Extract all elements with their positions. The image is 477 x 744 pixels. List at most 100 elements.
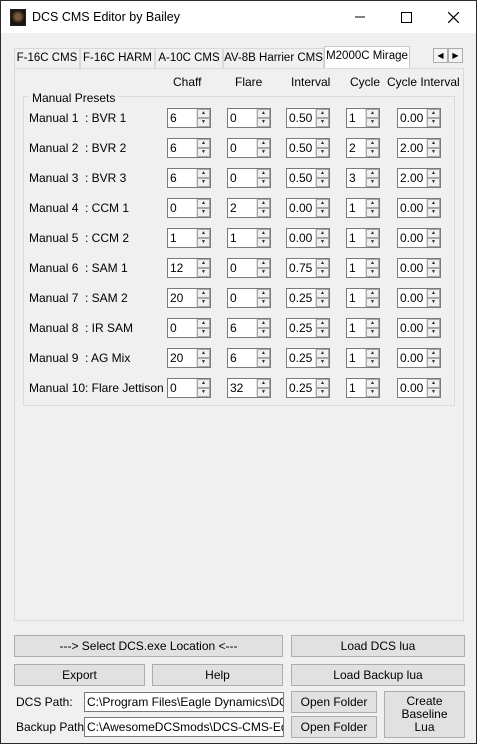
spinner-flare[interactable]: 0 ▲ ▼	[227, 258, 271, 278]
spinner-chaff[interactable]: 1 ▲ ▼	[167, 228, 211, 248]
tab-scroll-left-button[interactable]: ◀	[433, 48, 448, 63]
spinner-value[interactable]: 0.00	[400, 381, 423, 395]
spin-up-icon[interactable]: ▲	[366, 199, 379, 208]
spinner-chaff[interactable]: 20 ▲ ▼	[167, 348, 211, 368]
backup-path-field[interactable]: C:\AwesomeDCSmods\DCS-CMS-Editor-	[84, 717, 284, 737]
spin-down-icon[interactable]: ▼	[257, 298, 270, 307]
spinner-value[interactable]: 0.75	[289, 261, 312, 275]
spin-down-icon[interactable]: ▼	[257, 358, 270, 367]
spinner-value[interactable]: 6	[170, 141, 177, 155]
spin-down-icon[interactable]: ▼	[366, 268, 379, 277]
spinner-interval[interactable]: 0.25 ▲ ▼	[286, 348, 330, 368]
spinner-flare[interactable]: 32 ▲ ▼	[227, 378, 271, 398]
spin-up-icon[interactable]: ▲	[197, 379, 210, 388]
spin-up-icon[interactable]: ▲	[427, 349, 440, 358]
spinner-value[interactable]: 0.00	[400, 231, 423, 245]
spin-down-icon[interactable]: ▼	[197, 268, 210, 277]
spin-down-icon[interactable]: ▼	[197, 238, 210, 247]
spin-up-icon[interactable]: ▲	[197, 349, 210, 358]
spinner-value[interactable]: 0	[230, 111, 237, 125]
spinner-chaff[interactable]: 6 ▲ ▼	[167, 108, 211, 128]
spin-up-icon[interactable]: ▲	[197, 229, 210, 238]
open-backup-folder-button[interactable]: Open Folder	[291, 716, 377, 738]
spin-down-icon[interactable]: ▼	[316, 298, 329, 307]
spinner-value[interactable]: 0	[170, 381, 177, 395]
spinner-value[interactable]: 2	[230, 201, 237, 215]
spinner-flare[interactable]: 0 ▲ ▼	[227, 108, 271, 128]
spin-up-icon[interactable]: ▲	[197, 319, 210, 328]
spinner-value[interactable]: 0	[170, 321, 177, 335]
spin-up-icon[interactable]: ▲	[366, 259, 379, 268]
spin-down-icon[interactable]: ▼	[316, 148, 329, 157]
tab-av8b-harrier-cms[interactable]: AV-8B Harrier CMS	[223, 48, 324, 68]
spinner-cycle[interactable]: 1 ▲ ▼	[346, 348, 380, 368]
spin-up-icon[interactable]: ▲	[427, 229, 440, 238]
spin-down-icon[interactable]: ▼	[366, 118, 379, 127]
spinner-cycle[interactable]: 1 ▲ ▼	[346, 108, 380, 128]
spin-down-icon[interactable]: ▼	[257, 208, 270, 217]
spin-down-icon[interactable]: ▼	[257, 148, 270, 157]
spin-down-icon[interactable]: ▼	[197, 388, 210, 397]
spin-up-icon[interactable]: ▲	[257, 169, 270, 178]
export-button[interactable]: Export	[14, 664, 145, 686]
spin-down-icon[interactable]: ▼	[197, 178, 210, 187]
spin-down-icon[interactable]: ▼	[316, 178, 329, 187]
spin-up-icon[interactable]: ▲	[257, 109, 270, 118]
spinner-value[interactable]: 6	[230, 351, 237, 365]
spinner-value[interactable]: 1	[349, 291, 356, 305]
spin-down-icon[interactable]: ▼	[197, 118, 210, 127]
spin-down-icon[interactable]: ▼	[316, 388, 329, 397]
spinner-chaff[interactable]: 20 ▲ ▼	[167, 288, 211, 308]
spin-up-icon[interactable]: ▲	[257, 379, 270, 388]
spin-up-icon[interactable]: ▲	[427, 199, 440, 208]
spin-up-icon[interactable]: ▲	[197, 289, 210, 298]
tab-scroll-right-button[interactable]: ▶	[448, 48, 463, 63]
spin-up-icon[interactable]: ▲	[257, 139, 270, 148]
spinner-cycle[interactable]: 1 ▲ ▼	[346, 378, 380, 398]
spinner-value[interactable]: 0.00	[400, 291, 423, 305]
spin-up-icon[interactable]: ▲	[197, 199, 210, 208]
spin-up-icon[interactable]: ▲	[427, 259, 440, 268]
spin-up-icon[interactable]: ▲	[366, 319, 379, 328]
spinner-cycle-interval[interactable]: 0.00 ▲ ▼	[397, 348, 441, 368]
spin-up-icon[interactable]: ▲	[316, 289, 329, 298]
spinner-cycle-interval[interactable]: 0.00 ▲ ▼	[397, 318, 441, 338]
spin-down-icon[interactable]: ▼	[366, 148, 379, 157]
spinner-value[interactable]: 0.00	[400, 261, 423, 275]
spin-up-icon[interactable]: ▲	[197, 169, 210, 178]
spin-up-icon[interactable]: ▲	[366, 169, 379, 178]
spin-up-icon[interactable]: ▲	[366, 109, 379, 118]
spinner-value[interactable]: 0.25	[289, 351, 312, 365]
spin-up-icon[interactable]: ▲	[257, 319, 270, 328]
spinner-value[interactable]: 1	[349, 201, 356, 215]
spinner-value[interactable]: 1	[230, 231, 237, 245]
spin-up-icon[interactable]: ▲	[316, 379, 329, 388]
spinner-value[interactable]: 1	[349, 261, 356, 275]
spinner-cycle-interval[interactable]: 2.00 ▲ ▼	[397, 168, 441, 188]
spinner-value[interactable]: 0.00	[400, 201, 423, 215]
spin-up-icon[interactable]: ▲	[427, 139, 440, 148]
spinner-interval[interactable]: 0.25 ▲ ▼	[286, 378, 330, 398]
spin-up-icon[interactable]: ▲	[366, 229, 379, 238]
spin-down-icon[interactable]: ▼	[316, 238, 329, 247]
spin-down-icon[interactable]: ▼	[316, 268, 329, 277]
spin-down-icon[interactable]: ▼	[366, 388, 379, 397]
spin-down-icon[interactable]: ▼	[316, 208, 329, 217]
spinner-value[interactable]: 0.00	[400, 321, 423, 335]
spinner-value[interactable]: 0.00	[289, 201, 312, 215]
spinner-value[interactable]: 0.00	[400, 111, 423, 125]
dcs-path-field[interactable]: C:\Program Files\Eagle Dynamics\DCS W	[84, 692, 284, 712]
spinner-flare[interactable]: 0 ▲ ▼	[227, 138, 271, 158]
create-baseline-lua-button[interactable]: Create Baseline Lua	[384, 691, 465, 738]
spinner-value[interactable]: 20	[170, 351, 183, 365]
spin-down-icon[interactable]: ▼	[257, 118, 270, 127]
spinner-cycle-interval[interactable]: 2.00 ▲ ▼	[397, 138, 441, 158]
spin-down-icon[interactable]: ▼	[427, 298, 440, 307]
spinner-value[interactable]: 0	[230, 141, 237, 155]
spin-down-icon[interactable]: ▼	[366, 208, 379, 217]
spinner-flare[interactable]: 6 ▲ ▼	[227, 318, 271, 338]
spinner-value[interactable]: 6	[170, 171, 177, 185]
spinner-cycle-interval[interactable]: 0.00 ▲ ▼	[397, 198, 441, 218]
spin-up-icon[interactable]: ▲	[366, 139, 379, 148]
spinner-chaff[interactable]: 6 ▲ ▼	[167, 138, 211, 158]
